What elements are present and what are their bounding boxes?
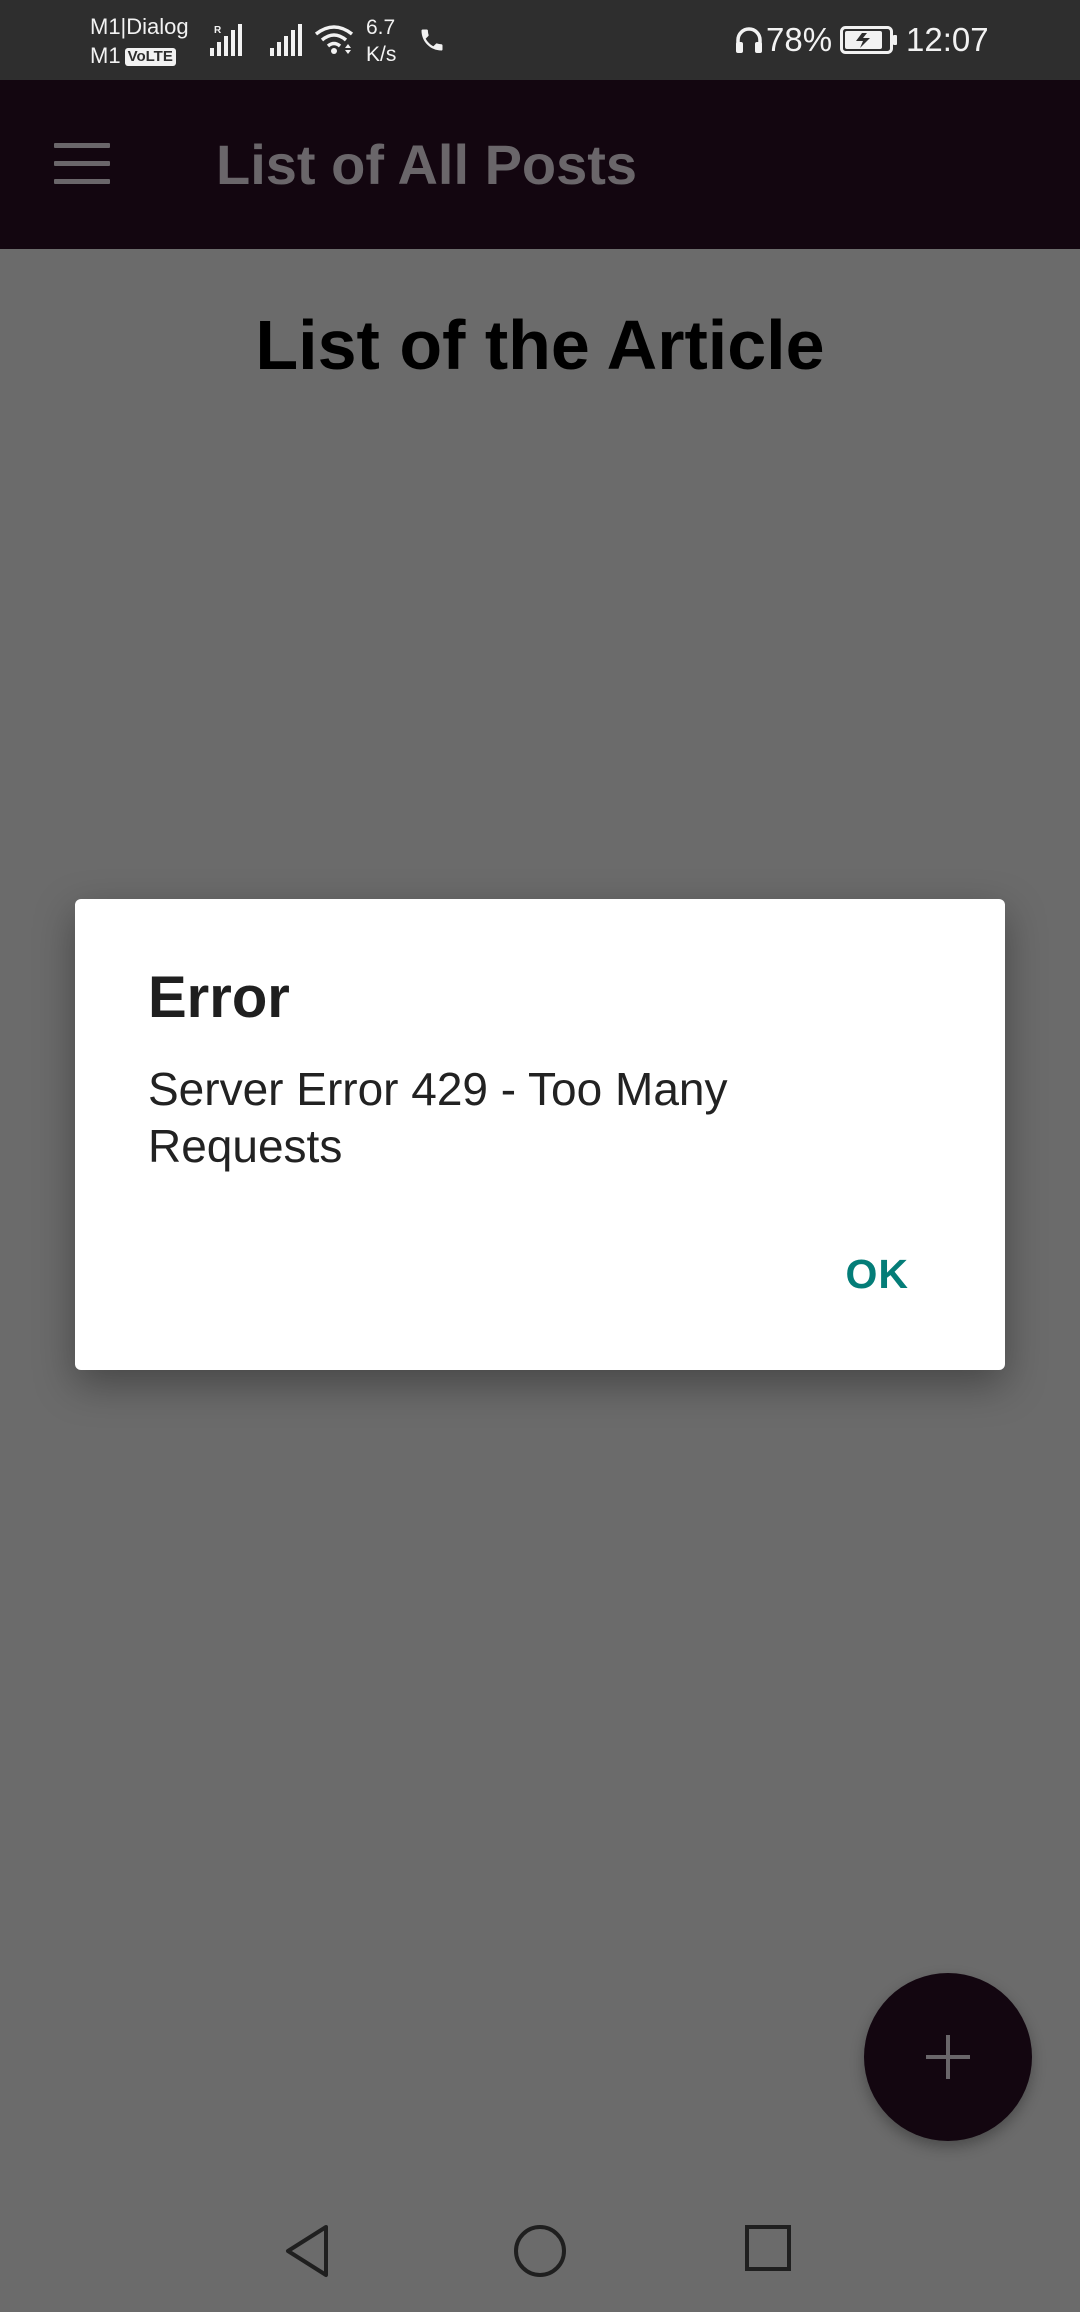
network-speed-value: 6.7 xyxy=(366,16,396,39)
home-icon[interactable] xyxy=(513,2224,567,2278)
error-dialog: Error Server Error 429 - Too Many Reques… xyxy=(75,899,1005,1370)
call-icon xyxy=(421,29,443,51)
plus-icon xyxy=(926,2035,970,2079)
roaming-mark: R xyxy=(214,25,222,36)
hamburger-menu-icon[interactable] xyxy=(54,143,110,185)
add-post-fab[interactable] xyxy=(864,1973,1032,2141)
back-icon[interactable] xyxy=(282,2223,332,2279)
battery-percent: 78% xyxy=(766,21,833,58)
page-heading: List of the Article xyxy=(255,306,825,384)
carrier-line-2-label: M1 xyxy=(90,43,121,68)
status-bar: M1|Dialog M1 VoLTE R 6.7 K/s 78% 12:07 xyxy=(0,0,1080,80)
carrier-line-1: M1|Dialog xyxy=(90,14,189,39)
ok-button[interactable]: OK xyxy=(846,1249,910,1299)
dialog-title: Error xyxy=(148,965,290,1030)
dialog-message: Server Error 429 - Too Many Requests xyxy=(148,1063,728,1172)
app-bar: List of All Posts xyxy=(0,80,1080,249)
battery-charging-icon xyxy=(840,26,897,54)
carrier-info: M1|Dialog M1 VoLTE xyxy=(90,12,189,70)
recent-apps-icon[interactable] xyxy=(745,2225,791,2271)
app-bar-title: List of All Posts xyxy=(216,133,638,196)
wifi-icon xyxy=(314,25,354,54)
signal-icon-2 xyxy=(270,24,302,56)
signal-icon: R xyxy=(210,24,242,56)
network-speed-unit: K/s xyxy=(366,43,397,66)
clock: 12:07 xyxy=(906,21,989,58)
volte-badge: VoLTE xyxy=(124,48,176,66)
headset-icon xyxy=(736,27,762,53)
carrier-line-2: M1 VoLTE xyxy=(90,41,189,70)
network-speed: 6.7 K/s xyxy=(366,14,396,68)
